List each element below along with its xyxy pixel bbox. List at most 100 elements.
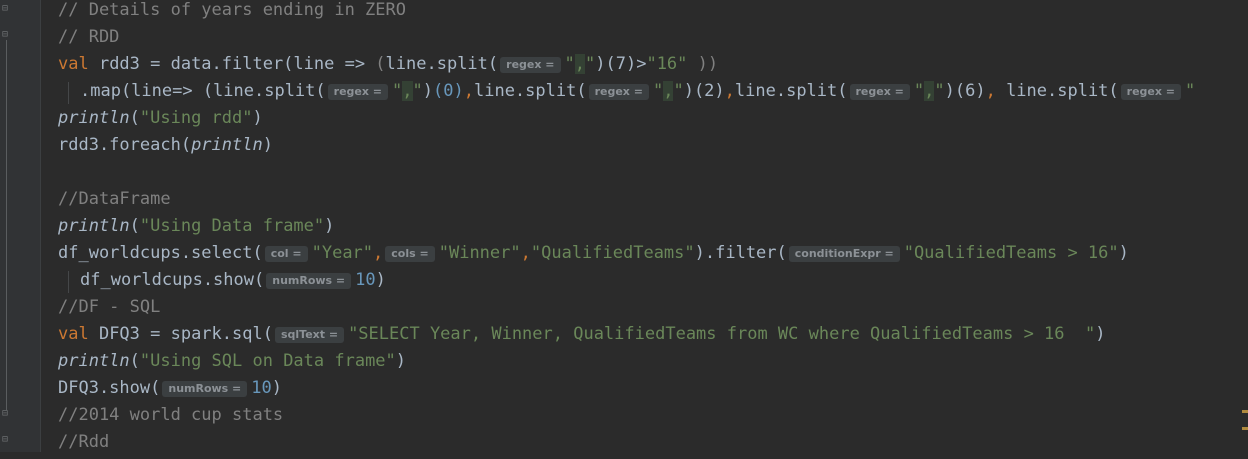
code-line[interactable]: //DF - SQL: [58, 297, 160, 324]
code-token: val: [58, 54, 99, 74]
parameter-hint: conditionExpr =: [788, 246, 900, 262]
code-token: //2014 world cup stats: [58, 405, 284, 425]
code-token: DFQ3.show(: [58, 378, 161, 398]
code-token: ,: [463, 81, 474, 101]
code-token: line.split(: [1006, 81, 1119, 101]
parameter-hint: col =: [264, 246, 308, 262]
code-line[interactable]: rdd3.foreach(println): [58, 135, 273, 162]
code-line[interactable]: DFQ3.show(numRows = 10): [58, 378, 282, 405]
code-token: (: [129, 351, 140, 371]
code-token: //Rdd: [58, 432, 110, 452]
code-token: ,: [985, 81, 1007, 101]
parameter-hint: cols =: [385, 246, 435, 262]
code-token: println: [58, 216, 130, 236]
code-token: ): [324, 216, 335, 236]
code-token: (: [129, 108, 140, 128]
code-token: 10: [355, 270, 376, 290]
code-line[interactable]: println("Using rdd"): [58, 108, 263, 135]
error-stripe-marker[interactable]: [1242, 410, 1248, 413]
parameter-hint: regex =: [588, 84, 649, 100]
code-token: )): [687, 54, 719, 74]
code-token: ): [1095, 324, 1106, 344]
code-token: ,: [663, 81, 674, 101]
code-token: "Winner": [438, 243, 521, 263]
code-token: ): [262, 135, 273, 155]
fold-marker-icon[interactable]: ⊟: [2, 30, 11, 40]
indent-guide: [68, 82, 69, 104]
code-token: println: [58, 108, 130, 128]
code-line[interactable]: //2014 world cup stats: [58, 405, 283, 432]
code-line[interactable]: //DataFrame: [58, 189, 171, 216]
code-token: ,: [724, 81, 735, 101]
code-token: "Using Data frame": [139, 216, 325, 236]
code-line[interactable]: df_worldcups.show(numRows = 10): [80, 270, 386, 297]
editor-gutter: ⊟ ⊟ ⊟ ⊟: [0, 0, 41, 452]
code-token: (: [375, 54, 386, 74]
code-token: )(2): [683, 81, 725, 101]
code-token: ): [422, 81, 434, 101]
fold-marker-icon[interactable]: ⊟: [2, 435, 11, 445]
code-token: ,: [574, 54, 586, 74]
code-token: ": [564, 54, 575, 74]
code-token: ): [1118, 243, 1129, 263]
code-token: DFQ3 = spark.sql(: [98, 324, 273, 344]
code-token: (: [129, 216, 140, 236]
code-token: ,: [373, 243, 384, 263]
code-token: ): [375, 270, 386, 290]
parameter-hint: numRows =: [162, 381, 248, 397]
code-token: //DF - SQL: [58, 297, 161, 317]
code-token: rdd3.foreach(: [58, 135, 192, 155]
code-token: "Year": [311, 243, 374, 263]
code-token: )(7)>: [595, 54, 647, 74]
code-token: ): [271, 378, 283, 398]
code-line[interactable]: val rdd3 = data.filter(line => (line.spl…: [58, 54, 718, 81]
code-token: line.split(: [473, 81, 587, 101]
code-token: ,: [402, 81, 413, 101]
code-token: ).filter(: [694, 243, 787, 263]
error-stripe-marker[interactable]: [1242, 427, 1248, 430]
code-line[interactable]: // RDD: [58, 27, 119, 54]
indent-guide: [68, 271, 69, 293]
code-token: rdd3 = data.filter(line =>: [98, 54, 376, 74]
code-token: .map(line=> (line.split(: [80, 81, 326, 101]
code-token: "Using SQL on Data frame": [139, 351, 396, 371]
code-token: println: [58, 351, 130, 371]
code-token: (0): [433, 81, 464, 101]
parameter-hint: regex =: [849, 84, 910, 100]
code-token: println: [191, 135, 263, 155]
code-token: ": [392, 81, 403, 101]
code-token: ": [673, 81, 684, 101]
code-token: df_worldcups.show(: [80, 270, 265, 290]
code-token: ): [395, 351, 407, 371]
parameter-hint: regex =: [1120, 84, 1182, 100]
code-token: ": [585, 54, 596, 74]
code-token: ": [1185, 81, 1196, 101]
code-line[interactable]: df_worldcups.select(col = "Year", cols = "W…: [58, 243, 1129, 270]
code-line[interactable]: println("Using Data frame"): [58, 216, 334, 243]
code-token: "QualifiedTeams": [530, 243, 695, 263]
code-token: )(6): [944, 81, 986, 101]
code-token: // Details of years ending in ZERO: [58, 0, 406, 20]
code-token: "QualifiedTeams > 16": [903, 243, 1119, 263]
code-token: // RDD: [58, 27, 120, 47]
code-token: ,: [924, 81, 935, 101]
parameter-hint: regex =: [327, 84, 389, 100]
fold-marker-icon[interactable]: ⊟: [2, 4, 11, 14]
code-token: ,: [520, 243, 531, 263]
code-line[interactable]: println("Using SQL on Data frame"): [58, 351, 406, 378]
parameter-hint: sqlText =: [274, 327, 345, 343]
fold-range-line: [6, 40, 7, 410]
code-line[interactable]: // Details of years ending in ZERO: [58, 0, 406, 27]
fold-marker-icon[interactable]: ⊟: [2, 409, 11, 419]
code-token: //DataFrame: [58, 189, 171, 209]
code-line[interactable]: val DFQ3 = spark.sql(sqlText = "SELECT Ye…: [58, 324, 1105, 351]
code-line[interactable]: .map(line=> (line.split(regex = ",")(0),l…: [80, 81, 1195, 108]
code-token: val: [58, 324, 99, 344]
code-token: ": [913, 81, 925, 101]
code-token: "SELECT Year, Winner, QualifiedTeams fro…: [348, 324, 1096, 344]
code-line[interactable]: //Rdd: [58, 432, 109, 459]
code-token: df_worldcups.select(: [58, 243, 263, 263]
code-token: "16": [646, 54, 688, 74]
code-token: ": [412, 81, 423, 101]
code-token: ": [652, 81, 664, 101]
